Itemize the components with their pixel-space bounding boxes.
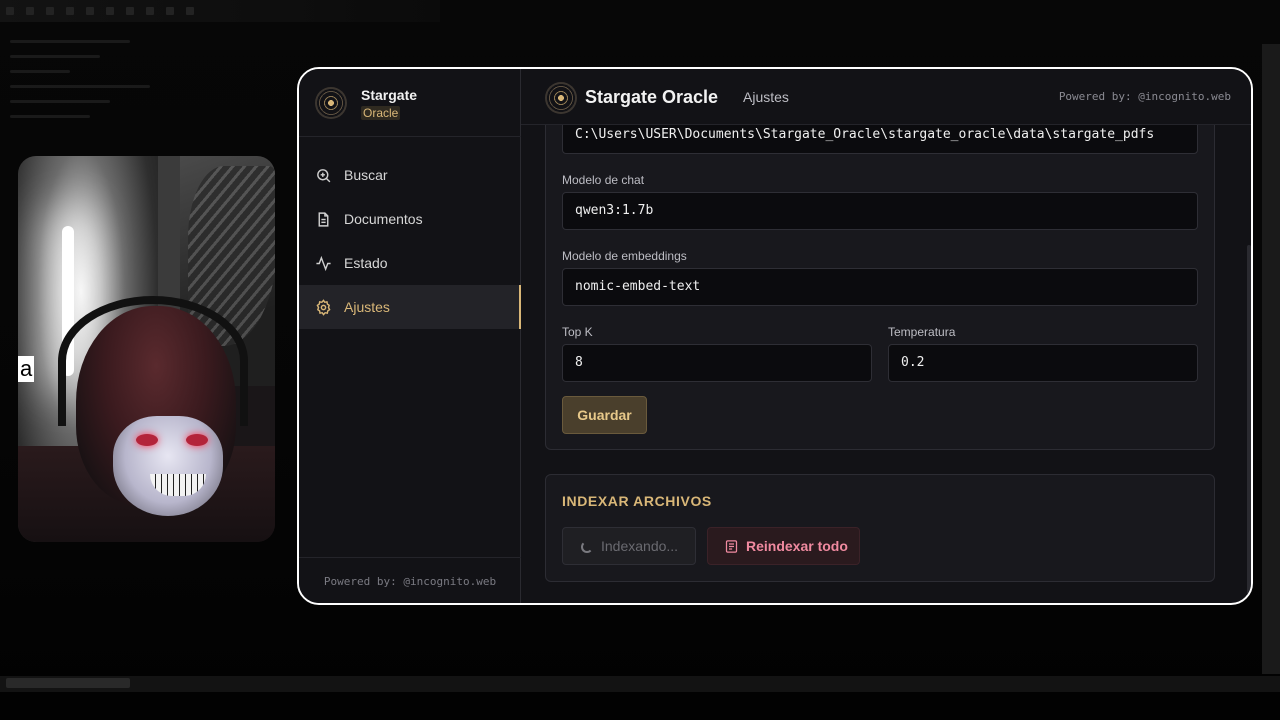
tab-ajustes[interactable]: Ajustes: [743, 89, 789, 105]
temperature-field[interactable]: 0.2: [888, 344, 1198, 382]
sidebar-item-documentos[interactable]: Documentos: [299, 197, 521, 241]
app-window: Stargate Oracle Buscar Documentos Estado…: [297, 67, 1253, 605]
sidebar-item-label: Buscar: [344, 167, 388, 183]
embeddings-model-field[interactable]: nomic-embed-text: [562, 268, 1198, 306]
topk-label: Top K: [562, 325, 593, 339]
brand-title: Stargate: [361, 87, 418, 103]
stargate-logo-icon: [545, 82, 577, 114]
embeddings-model-label: Modelo de embeddings: [562, 249, 687, 263]
chat-model-label: Modelo de chat: [562, 173, 645, 187]
brand: Stargate Oracle: [299, 69, 521, 137]
background-scrollbar: [1262, 44, 1280, 674]
sidebar-footer: Powered by: @incognito.web: [299, 557, 521, 603]
index-section-title: INDEXAR ARCHIVOS: [562, 493, 712, 509]
sidebar-item-label: Documentos: [344, 211, 423, 227]
activity-icon: [315, 255, 332, 272]
page-title: Stargate Oracle: [585, 87, 719, 107]
sidebar-item-ajustes[interactable]: Ajustes: [299, 285, 521, 329]
header-powered-by: Powered by: @incognito.web: [1058, 90, 1231, 103]
webcam-caption: a: [18, 356, 35, 382]
webcam-overlay: [18, 156, 275, 542]
search-icon: [315, 167, 332, 184]
sidebar: Stargate Oracle Buscar Documentos Estado…: [299, 69, 521, 603]
reindex-label: Reindexar todo: [746, 538, 848, 554]
sidebar-item-buscar[interactable]: Buscar: [299, 153, 521, 197]
sidebar-item-label: Estado: [344, 255, 388, 271]
topk-field[interactable]: 8: [562, 344, 872, 382]
background-statusbar: [0, 676, 1280, 692]
header: Stargate Oracle Ajustes Powered by: @inc…: [521, 69, 1251, 125]
reindex-all-button[interactable]: Reindexar todo: [707, 527, 860, 565]
gear-icon: [315, 298, 332, 316]
background-toolbar: [0, 0, 440, 22]
list-document-icon: [724, 539, 739, 554]
documents-path-field[interactable]: C:\Users\USER\Documents\Stargate_Oracle\…: [562, 125, 1198, 154]
settings-panel: C:\Users\USER\Documents\Stargate_Oracle\…: [521, 125, 1251, 603]
document-icon: [315, 211, 332, 228]
sidebar-item-estado[interactable]: Estado: [299, 241, 521, 285]
settings-card: C:\Users\USER\Documents\Stargate_Oracle\…: [545, 125, 1215, 450]
temperature-label: Temperatura: [888, 325, 956, 339]
spinner-icon: [581, 541, 593, 553]
indexing-button[interactable]: Indexando...: [562, 527, 696, 565]
save-button[interactable]: Guardar: [562, 396, 647, 434]
indexing-label: Indexando...: [601, 538, 679, 554]
sidebar-nav: Buscar Documentos Estado Ajustes: [299, 153, 521, 329]
index-files-card: INDEXAR ARCHIVOS Indexando... Reindexar …: [545, 474, 1215, 582]
scrollbar[interactable]: [1247, 245, 1251, 603]
sidebar-item-label: Ajustes: [344, 299, 390, 315]
chat-model-field[interactable]: qwen3:1.7b: [562, 192, 1198, 230]
stargate-logo-icon: [315, 87, 347, 119]
brand-subtitle: Oracle: [361, 106, 401, 120]
